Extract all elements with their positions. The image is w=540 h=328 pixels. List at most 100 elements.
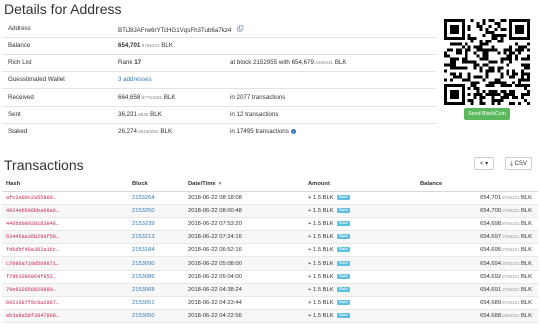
received-label: Received [8,94,34,101]
tx-amount-cell: + 1.5 BLK Stake [304,204,416,219]
divider [2,54,436,55]
tx-block-cell[interactable]: 2153068 [128,283,184,297]
tx-balance-unit: BLK [521,286,532,293]
sent-dec: .8826 [136,112,149,117]
tx-hash-link[interactable]: 6921687f5c9a2967… [2,296,128,310]
tx-block-cell[interactable]: 2153086 [128,270,184,284]
tx-block-link[interactable]: 2153250 [132,208,155,214]
tx-block-cell[interactable]: 2153090 [128,256,184,271]
info-icon[interactable]: i [290,128,296,134]
tx-block-cell[interactable]: 2153264 [128,191,184,206]
table-header-row: Hash Block Date/Time ▼ Amount Balance [2,177,538,192]
tx-block-link[interactable]: 2153239 [132,221,155,227]
tx-hash-link[interactable]: afc2a00c2a55880… [2,191,128,206]
tx-hash-link[interactable]: 63445aa36b29af59… [2,230,128,245]
staked-label: Staked [8,128,28,135]
nav-dropdown-button[interactable]: < ▾ [474,157,494,170]
tx-block-link[interactable]: 2153051 [132,300,155,306]
copy-icon[interactable] [237,25,244,34]
tx-balance-int: 654,697 [480,234,502,241]
tx-block-link[interactable]: 2153050 [132,313,155,319]
tx-block-cell[interactable]: 2153250 [128,204,184,219]
tx-amount: + 1.5 BLK [308,234,334,241]
tx-balance-unit: BLK [521,260,532,267]
tx-datetime: 2018-06-22 08:18:08 [184,191,304,206]
tx-balance-int: 654,692 [480,273,502,280]
tx-block-cell[interactable]: 2153184 [128,243,184,258]
wallet-link[interactable]: 3 addresses [118,76,152,83]
table-row: 63445aa36b29af59… 2153213 2018-06-22 07:24… [2,230,538,245]
received-unit: BLK [163,94,176,101]
tx-hash-link[interactable]: 4924eb500bba09a6… [2,204,128,219]
divider [2,123,436,124]
tx-balance-cell: 654,692.8765231 BLK [416,270,538,284]
tx-hash[interactable]: 4924eb500bba09a6… [6,208,59,214]
tx-block-link[interactable]: 2153184 [132,247,155,253]
tx-amount: + 1.5 BLK [308,299,334,306]
tx-hash[interactable]: fd6dbf45a302a16c… [6,247,59,253]
col-datetime-label: Date/Time [188,181,216,187]
address-value[interactable]: BTiJ8JAFrw6rYTcHG1VqsFh3Tub6a7kz4 [118,25,244,34]
col-hash[interactable]: Hash [2,177,128,192]
tx-hash[interactable]: f7db3386064f952… [6,274,56,280]
col-block[interactable]: Block [128,177,184,192]
tx-block-cell[interactable]: 2153239 [128,217,184,232]
stake-badge: Stake [336,273,350,279]
tx-block-link[interactable]: 2153264 [132,195,155,201]
table-row: 6921687f5c9a2967… 2153051 2018-06-22 04:23… [2,296,538,310]
col-datetime[interactable]: Date/Time ▼ [184,177,304,192]
tx-block-link[interactable]: 2153090 [132,261,155,267]
col-balance[interactable]: Balance [416,177,538,192]
balance-label: Balance [8,42,31,49]
tx-balance-dec: .3765231 [501,208,520,214]
tx-balance-cell: 654,691.3765231 BLK [416,283,538,297]
tx-hash[interactable]: 446bd989281d3848… [6,221,59,227]
tx-amount: + 1.5 BLK [308,208,334,215]
tx-balance-dec: .8765231 [501,273,520,279]
staked-int: 26,274 [118,128,137,135]
stake-badge: Stake [336,286,350,292]
tx-hash[interactable]: 63445aa36b29af59… [6,234,59,240]
received-dec: .87761655 [140,95,163,100]
tx-amount-cell: + 1.5 BLK Stake [304,270,416,284]
stake-badge: Stake [336,247,350,253]
tx-hash-link[interactable]: f7db3386064f952… [2,270,128,284]
richlist-block-unit: BLK [334,59,347,66]
tx-block-link[interactable]: 2153213 [132,234,155,240]
tx-hash-link[interactable]: 79e832056029880… [2,283,128,297]
tx-block-cell[interactable]: 2153213 [128,230,184,245]
stake-badge: Stake [336,312,350,318]
divider [2,88,436,89]
tx-block-link[interactable]: 2153086 [132,274,155,280]
tx-balance-dec: .3765231 [501,260,520,266]
balance-int: 654,701 [118,42,141,49]
csv-download-button[interactable]: ⤓ CSV [505,157,532,170]
tx-datetime: 2018-06-22 04:23:44 [184,296,304,310]
tx-hash-link[interactable]: c7096a710d568871… [2,256,128,271]
transactions-table: Hash Block Date/Time ▼ Amount Balance afc… [2,177,538,323]
send-blackcoin-button[interactable]: Send BlackCoin [464,108,510,120]
tx-block-link[interactable]: 2153068 [132,287,155,293]
qr-code-icon [443,19,531,105]
stake-badge: Stake [336,299,350,305]
tx-hash[interactable]: eb3a8a58f3847868… [6,313,59,319]
received-tx: in 2077 transactions [230,94,286,101]
tx-hash-link[interactable]: eb3a8a58f3847868… [2,309,128,323]
tx-balance-cell: 654,688.3465231 BLK [416,309,538,323]
tx-hash-link[interactable]: 446bd989281d3848… [2,217,128,232]
tx-block-cell[interactable]: 2153051 [128,296,184,310]
tx-hash-link[interactable]: fd6dbf45a302a16c… [2,243,128,258]
col-amount[interactable]: Amount [304,177,416,192]
richlist-block-text: at block 2152955 with 654,679 [230,59,314,66]
tx-hash[interactable]: 79e832056029880… [6,287,56,293]
stake-badge: Stake [336,221,350,227]
balance-unit: BLK [161,42,173,49]
tx-hash[interactable]: c7096a710d568871… [6,261,59,267]
tx-balance-unit: BLK [521,221,532,228]
tx-block-cell[interactable]: 2153050 [128,309,184,323]
tx-hash[interactable]: 6921687f5c9a2967… [6,300,59,306]
table-row: c7096a710d568871… 2153090 2018-06-22 05:08… [2,256,538,271]
address-text[interactable]: BTiJ8JAFrw6rYTcHG1VqsFh3Tub6a7kz4 [118,27,231,34]
table-row: 446bd989281d3848… 2153239 2018-06-22 07:53… [2,217,538,232]
tx-hash[interactable]: afc2a00c2a55880… [6,195,56,201]
